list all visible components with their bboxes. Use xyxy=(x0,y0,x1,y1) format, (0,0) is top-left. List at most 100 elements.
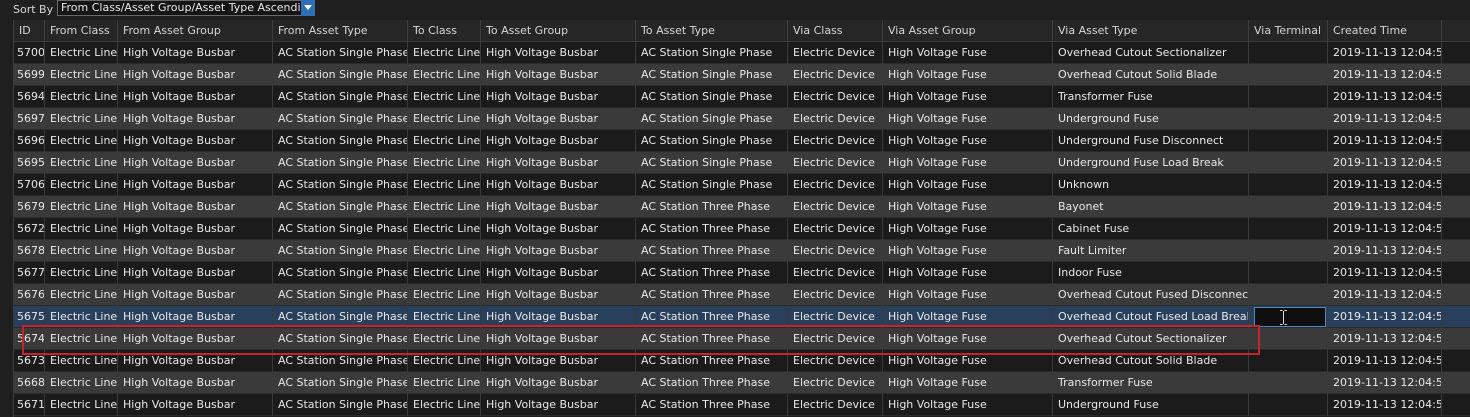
cell-via-asset-type[interactable]: Overhead Cutout Solid Blade xyxy=(1053,350,1249,372)
cell-created-time[interactable]: 2019-11-13 12:04:54 xyxy=(1328,284,1442,306)
cell-to-class[interactable]: Electric Line xyxy=(408,42,481,64)
sort-by-dropdown[interactable]: From Class/Asset Group/Asset Type Ascend… xyxy=(57,0,315,16)
table-row[interactable]: 5678 Electric Line High Voltage Busbar AC S… xyxy=(14,240,1470,262)
cell-created-time[interactable]: 2019-11-13 12:04:54 xyxy=(1328,372,1442,394)
cell-from-asset-type[interactable]: AC Station Single Phase xyxy=(273,306,408,328)
cell-via-asset-group[interactable]: High Voltage Fuse xyxy=(883,284,1053,306)
cell-via-class[interactable]: Electric Device xyxy=(788,240,883,262)
cell-to-class[interactable]: Electric Line xyxy=(408,86,481,108)
cell-to-asset-type[interactable]: AC Station Single Phase xyxy=(636,108,788,130)
cell-id[interactable]: 5699 xyxy=(14,64,45,86)
cell-to-class[interactable]: Electric Line xyxy=(408,108,481,130)
column-header-to-asset-type[interactable]: To Asset Type xyxy=(636,20,788,42)
cell-from-class[interactable]: Electric Line xyxy=(45,350,118,372)
cell-from-asset-group[interactable]: High Voltage Busbar xyxy=(118,372,273,394)
cell-from-asset-group[interactable]: High Voltage Busbar xyxy=(118,152,273,174)
cell-created-time[interactable]: 2019-11-13 12:04:54 xyxy=(1328,262,1442,284)
cell-via-class[interactable]: Electric Device xyxy=(788,64,883,86)
cell-to-class[interactable]: Electric Line xyxy=(408,328,481,350)
cell-from-asset-group[interactable]: High Voltage Busbar xyxy=(118,42,273,64)
cell-to-asset-group[interactable]: High Voltage Busbar xyxy=(481,372,636,394)
cell-via-terminal[interactable] xyxy=(1249,64,1328,86)
selected-table-row[interactable]: 5675 Electric Line High Voltage Busbar AC S… xyxy=(14,306,1470,328)
cell-to-asset-group[interactable]: High Voltage Busbar xyxy=(481,108,636,130)
cell-via-class[interactable]: Electric Device xyxy=(788,372,883,394)
cell-id[interactable]: 5672 xyxy=(14,218,45,240)
cell-created-time[interactable]: 2019-11-13 12:04:54 xyxy=(1328,394,1442,416)
cell-from-class[interactable]: Electric Line xyxy=(45,108,118,130)
table-row[interactable]: 5696 Electric Line High Voltage Busbar AC S… xyxy=(14,130,1470,152)
cell-via-asset-type[interactable]: Underground Fuse Disconnect xyxy=(1053,130,1249,152)
cell-from-class[interactable]: Electric Line xyxy=(45,262,118,284)
cell-from-asset-group[interactable]: High Voltage Busbar xyxy=(118,394,273,416)
cell-to-class[interactable]: Electric Line xyxy=(408,284,481,306)
cell-from-asset-type[interactable]: AC Station Single Phase xyxy=(273,328,408,350)
cell-to-class[interactable]: Electric Line xyxy=(408,174,481,196)
cell-from-class[interactable]: Electric Line xyxy=(45,64,118,86)
table-row[interactable]: 5676 Electric Line High Voltage Busbar AC S… xyxy=(14,284,1470,306)
cell-to-asset-group[interactable]: High Voltage Busbar xyxy=(481,328,636,350)
cell-to-asset-group[interactable]: High Voltage Busbar xyxy=(481,262,636,284)
cell-id[interactable]: 5697 xyxy=(14,108,45,130)
cell-from-class[interactable]: Electric Line xyxy=(45,196,118,218)
cell-from-asset-type[interactable]: AC Station Single Phase xyxy=(273,350,408,372)
cell-from-asset-group[interactable]: High Voltage Busbar xyxy=(118,174,273,196)
cell-via-terminal[interactable] xyxy=(1249,152,1328,174)
cell-to-asset-type[interactable]: AC Station Three Phase xyxy=(636,372,788,394)
cell-to-asset-group[interactable]: High Voltage Busbar xyxy=(481,350,636,372)
cell-via-terminal[interactable] xyxy=(1249,240,1328,262)
cell-via-terminal[interactable] xyxy=(1249,284,1328,306)
cell-to-asset-group[interactable]: High Voltage Busbar xyxy=(481,86,636,108)
column-header-via-class[interactable]: Via Class xyxy=(788,20,883,42)
cell-via-asset-type[interactable]: Overhead Cutout Fused Disconnect xyxy=(1053,284,1249,306)
cell-id[interactable]: 5673 xyxy=(14,350,45,372)
cell-from-asset-group[interactable]: High Voltage Busbar xyxy=(118,86,273,108)
cell-id[interactable]: 5706 xyxy=(14,174,45,196)
cell-from-asset-type[interactable]: AC Station Single Phase xyxy=(273,262,408,284)
cell-id[interactable]: 5676 xyxy=(14,284,45,306)
column-header-from-asset-type[interactable]: From Asset Type xyxy=(273,20,408,42)
cell-to-asset-type[interactable]: AC Station Three Phase xyxy=(636,262,788,284)
table-row[interactable]: 5695 Electric Line High Voltage Busbar AC S… xyxy=(14,152,1470,174)
cell-via-asset-type[interactable]: Overhead Cutout Solid Blade xyxy=(1053,64,1249,86)
cell-to-class[interactable]: Electric Line xyxy=(408,240,481,262)
cell-from-asset-type[interactable]: AC Station Single Phase xyxy=(273,372,408,394)
cell-via-asset-type[interactable]: Overhead Cutout Fused Load Break xyxy=(1053,306,1249,328)
cell-via-terminal[interactable] xyxy=(1249,108,1328,130)
cell-from-asset-type[interactable]: AC Station Single Phase xyxy=(273,152,408,174)
table-row[interactable]: 5694 Electric Line High Voltage Busbar AC S… xyxy=(14,86,1470,108)
cell-id[interactable]: 5671 xyxy=(14,394,45,416)
cell-to-class[interactable]: Electric Line xyxy=(408,394,481,416)
cell-to-class[interactable]: Electric Line xyxy=(408,64,481,86)
cell-from-class[interactable]: Electric Line xyxy=(45,372,118,394)
cell-from-asset-group[interactable]: High Voltage Busbar xyxy=(118,108,273,130)
cell-from-asset-type[interactable]: AC Station Single Phase xyxy=(273,130,408,152)
cell-to-class[interactable]: Electric Line xyxy=(408,152,481,174)
cell-from-asset-group[interactable]: High Voltage Busbar xyxy=(118,130,273,152)
cell-id[interactable]: 5696 xyxy=(14,130,45,152)
cell-to-class[interactable]: Electric Line xyxy=(408,130,481,152)
cell-via-asset-type[interactable]: Underground Fuse Load Break xyxy=(1053,152,1249,174)
cell-via-asset-group[interactable]: High Voltage Fuse xyxy=(883,240,1053,262)
cell-created-time[interactable]: 2019-11-13 12:04:54 xyxy=(1328,240,1442,262)
cell-id[interactable]: 5694 xyxy=(14,86,45,108)
cell-from-asset-group[interactable]: High Voltage Busbar xyxy=(118,306,273,328)
cell-via-class[interactable]: Electric Device xyxy=(788,42,883,64)
cell-to-class[interactable]: Electric Line xyxy=(408,262,481,284)
cell-via-asset-group[interactable]: High Voltage Fuse xyxy=(883,196,1053,218)
cell-from-asset-type[interactable]: AC Station Single Phase xyxy=(273,64,408,86)
column-header-to-class[interactable]: To Class xyxy=(408,20,481,42)
table-row[interactable]: 5706 Electric Line High Voltage Busbar AC S… xyxy=(14,174,1470,196)
cell-from-class[interactable]: Electric Line xyxy=(45,130,118,152)
cell-created-time[interactable]: 2019-11-13 12:04:54 xyxy=(1328,152,1442,174)
cell-from-class[interactable]: Electric Line xyxy=(45,152,118,174)
cell-to-asset-group[interactable]: High Voltage Busbar xyxy=(481,394,636,416)
table-row[interactable]: 5672 Electric Line High Voltage Busbar AC S… xyxy=(14,218,1470,240)
cell-id[interactable]: 5695 xyxy=(14,152,45,174)
cell-id[interactable]: 5674 xyxy=(14,328,45,350)
cell-from-asset-type[interactable]: AC Station Single Phase xyxy=(273,240,408,262)
cell-via-class[interactable]: Electric Device xyxy=(788,196,883,218)
cell-via-asset-type[interactable]: Transformer Fuse xyxy=(1053,86,1249,108)
cell-to-asset-group[interactable]: High Voltage Busbar xyxy=(481,240,636,262)
cell-via-class[interactable]: Electric Device xyxy=(788,108,883,130)
